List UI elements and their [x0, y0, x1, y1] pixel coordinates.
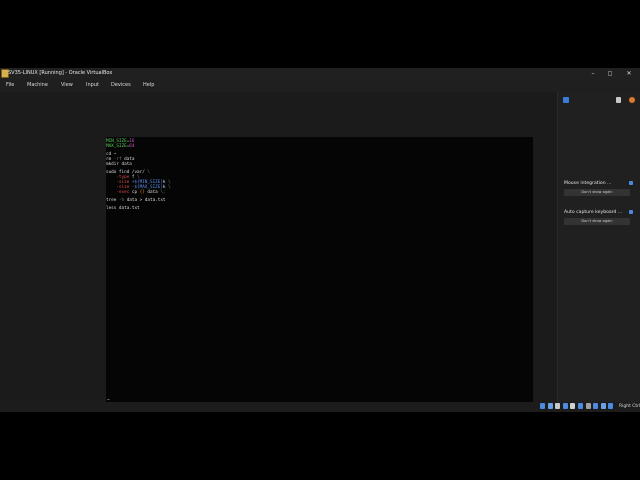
- terminal-line: mkdir data: [106, 162, 526, 167]
- audio-icon[interactable]: [555, 403, 561, 409]
- notice-title: Mouse integration ...: [564, 181, 612, 186]
- minimize-button[interactable]: –: [584, 68, 602, 79]
- terminal-token: -h: [118, 198, 127, 203]
- terminal-line: less data.txt: [106, 206, 526, 211]
- terminal-token: -exec: [106, 190, 132, 195]
- dont-show-again-button[interactable]: Don't show again: [564, 189, 630, 196]
- optical-drive-icon[interactable]: [547, 403, 553, 409]
- notice-title: Auto capture keyboard ...: [564, 210, 623, 215]
- status-bar: Right Ctrl: [0, 402, 640, 412]
- terminal-token: 64: [129, 144, 135, 149]
- terminal-token: tree: [106, 198, 119, 203]
- menu-help[interactable]: Help: [143, 79, 154, 92]
- vm-display-area[interactable]: MIN_SIZE=16 MAX_SIZE=64 cd ~ rm -rf data mkd…: [0, 92, 557, 404]
- terminal-token: less data.txt: [106, 206, 140, 211]
- mouse-integration-icon[interactable]: [600, 403, 606, 409]
- host-key-label[interactable]: Right Ctrl: [619, 402, 640, 411]
- menu-view[interactable]: View: [61, 79, 73, 92]
- menu-machine[interactable]: Machine: [27, 79, 48, 92]
- shared-folders-icon[interactable]: [578, 403, 583, 409]
- pin-icon[interactable]: [616, 97, 621, 103]
- usb-icon[interactable]: [570, 403, 576, 409]
- guest-terminal[interactable]: MIN_SIZE=16 MAX_SIZE=64 cd ~ rm -rf data mkd…: [106, 137, 533, 404]
- menu-file[interactable]: File: [6, 79, 14, 92]
- window-titlebar[interactable]: SV35-LINUX [Running] - Oracle VirtualBox…: [0, 68, 640, 79]
- terminal-text: MIN_SIZE=16 MAX_SIZE=64 cd ~ rm -rf data mkd…: [106, 139, 526, 211]
- terminal-token: data > data.txt: [126, 198, 166, 203]
- notification-center: Mouse integration ... Don't show again A…: [557, 92, 640, 402]
- notice-auto-capture-keyboard: Auto capture keyboard ... Don't show aga…: [564, 209, 636, 225]
- notice-close-icon[interactable]: [629, 210, 633, 214]
- window-title: SV35-LINUX [Running] - Oracle VirtualBox: [8, 70, 113, 76]
- notification-center-icon[interactable]: [563, 97, 569, 103]
- virtualbox-window: SV35-LINUX [Running] - Oracle VirtualBox…: [0, 68, 640, 412]
- terminal-token: \;: [160, 190, 166, 195]
- maximize-button[interactable]: ◻: [601, 68, 619, 79]
- menu-devices[interactable]: Devices: [111, 79, 131, 92]
- hard-disk-icon[interactable]: [540, 403, 545, 409]
- keyboard-icon[interactable]: [608, 403, 614, 409]
- terminal-token: MAX_SIZE=: [106, 144, 130, 149]
- desktop-screen: SV35-LINUX [Running] - Oracle VirtualBox…: [0, 0, 640, 480]
- terminal-token: mkdir data: [106, 162, 132, 167]
- terminal-line: MAX_SIZE=64: [106, 144, 526, 149]
- video-capture-icon[interactable]: [593, 403, 599, 409]
- terminal-line: tree -h data > data.txt: [106, 198, 526, 203]
- notice-close-icon[interactable]: [629, 181, 633, 185]
- menu-input[interactable]: Input: [86, 79, 99, 92]
- menu-bar: File Machine View Input Devices Help: [0, 79, 640, 92]
- terminal-line: -exec cp {} data \;: [106, 190, 526, 195]
- close-button[interactable]: ✕: [620, 68, 638, 79]
- terminal-token: data: [147, 190, 161, 195]
- notice-mouse-integration: Mouse integration ... Don't show again: [564, 180, 636, 196]
- network-icon[interactable]: [562, 403, 568, 409]
- clear-notifications-icon[interactable]: [629, 97, 635, 103]
- terminal-token: cp: [131, 190, 140, 195]
- dont-show-again-button[interactable]: Don't show again: [564, 218, 630, 225]
- display-icon[interactable]: [585, 403, 591, 409]
